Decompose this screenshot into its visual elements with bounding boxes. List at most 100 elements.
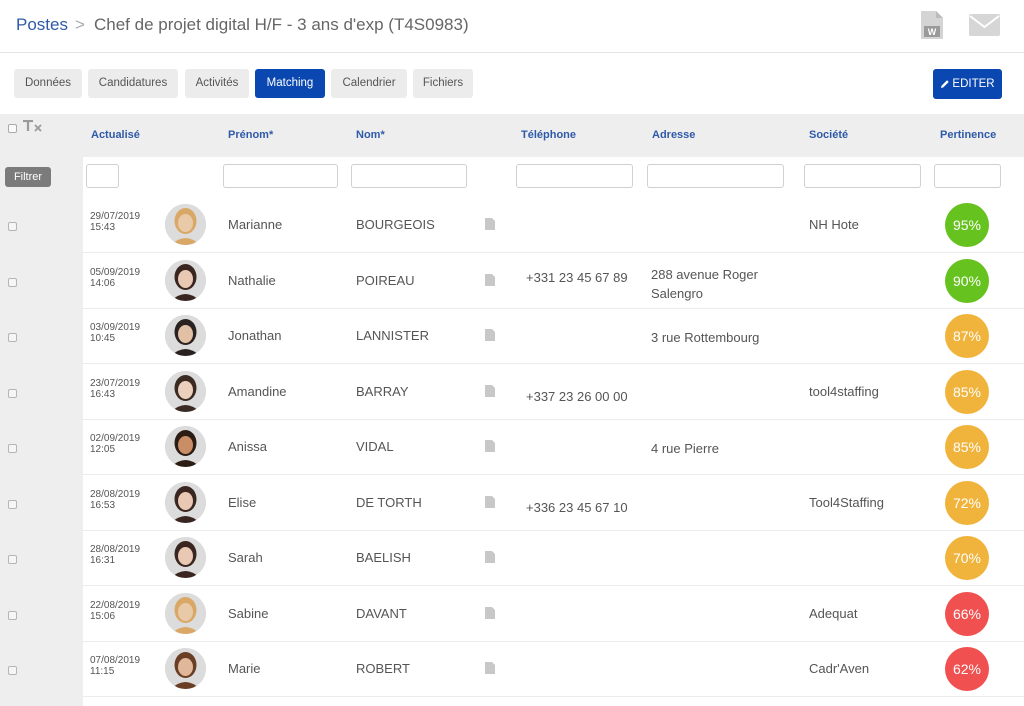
table-row[interactable]: 07/08/2019 11:15 Marie ROBERT Cadr'Aven … <box>83 642 1024 697</box>
document-icon[interactable] <box>485 551 495 563</box>
adresse-line1: 3 rue Rottembourg <box>651 330 760 345</box>
column-header-societe[interactable]: Société <box>809 129 848 141</box>
table-row[interactable]: 28/08/2019 16:53 Elise DE TORTH +336 23 … <box>83 476 1024 531</box>
avatar[interactable] <box>165 648 206 689</box>
actualise-date: 07/08/2019 11:15 <box>90 655 140 677</box>
actualise-date: 03/09/2019 10:45 <box>90 322 140 344</box>
document-icon[interactable] <box>485 662 495 674</box>
row-checkbox[interactable] <box>8 333 17 342</box>
document-icon[interactable] <box>485 218 495 230</box>
prenom-cell[interactable]: Marie <box>228 661 261 676</box>
document-icon[interactable] <box>485 496 495 508</box>
tab-calendrier[interactable]: Calendrier <box>331 69 407 98</box>
nom-cell[interactable]: VIDAL <box>356 439 394 454</box>
telephone-cell[interactable]: +336 23 45 67 10 <box>526 500 628 515</box>
avatar[interactable] <box>165 426 206 467</box>
societe-cell[interactable]: Tool4Staffing <box>809 495 884 510</box>
row-checkbox[interactable] <box>8 555 17 564</box>
prenom-cell[interactable]: Marianne <box>228 217 282 232</box>
time-value: 16:43 <box>90 389 116 400</box>
word-export-icon[interactable]: W <box>920 10 944 40</box>
select-all-checkbox[interactable] <box>8 124 17 133</box>
nom-cell[interactable]: DE TORTH <box>356 495 422 510</box>
nom-cell[interactable]: LANNISTER <box>356 328 429 343</box>
table-row[interactable]: 22/08/2019 15:06 Sabine DAVANT Adequat 6… <box>83 587 1024 642</box>
document-icon[interactable] <box>485 385 495 397</box>
nom-cell[interactable]: DAVANT <box>356 606 407 621</box>
table-row[interactable]: 28/08/2019 16:31 Sarah BAELISH 70% <box>83 531 1024 586</box>
email-icon[interactable] <box>969 14 1000 36</box>
nom-cell[interactable]: BAELISH <box>356 550 411 565</box>
nom-cell[interactable]: BARRAY <box>356 384 409 399</box>
table-row[interactable]: 03/09/2019 10:45 Jonathan LANNISTER 3 ru… <box>83 309 1024 364</box>
nom-cell[interactable]: POIREAU <box>356 273 415 288</box>
avatar[interactable] <box>165 537 206 578</box>
filter-adresse-input[interactable] <box>647 164 784 188</box>
column-header-nom[interactable]: Nom* <box>356 129 385 141</box>
nom-cell[interactable]: ROBERT <box>356 661 410 676</box>
row-checkbox[interactable] <box>8 278 17 287</box>
avatar[interactable] <box>165 371 206 412</box>
table-row[interactable]: 23/07/2019 16:43 Amandine BARRAY +337 23… <box>83 365 1024 420</box>
date-value: 05/09/2019 <box>90 267 141 278</box>
actualise-date: 23/07/2019 16:43 <box>90 378 140 400</box>
avatar-photo <box>165 371 206 412</box>
edit-button[interactable]: EDITER <box>933 69 1002 99</box>
avatar[interactable] <box>165 593 206 634</box>
nom-cell[interactable]: BOURGEOIS <box>356 217 435 232</box>
prenom-cell[interactable]: Sabine <box>228 606 268 621</box>
breadcrumb-root-link[interactable]: Postes <box>16 15 68 35</box>
telephone-cell[interactable]: +337 23 26 00 00 <box>526 389 628 404</box>
telephone-cell[interactable]: +331 23 45 67 89 <box>526 270 628 285</box>
societe-cell[interactable]: Cadr'Aven <box>809 661 869 676</box>
avatar[interactable] <box>165 482 206 523</box>
societe-cell[interactable]: NH Hote <box>809 217 859 232</box>
column-header-actualise[interactable]: Actualisé <box>91 129 140 141</box>
prenom-cell[interactable]: Elise <box>228 495 256 510</box>
avatar[interactable] <box>165 260 206 301</box>
table-row[interactable]: 02/09/2019 12:05 Anissa VIDAL 4 rue Pier… <box>83 420 1024 475</box>
column-header-telephone[interactable]: Téléphone <box>521 129 576 141</box>
prenom-cell[interactable]: Nathalie <box>228 273 276 288</box>
row-checkbox[interactable] <box>8 611 17 620</box>
document-icon[interactable] <box>485 440 495 452</box>
column-header-pertinence[interactable]: Pertinence <box>940 129 996 141</box>
prenom-cell[interactable]: Anissa <box>228 439 267 454</box>
tab-matching[interactable]: Matching <box>255 69 325 98</box>
row-checkbox[interactable] <box>8 389 17 398</box>
row-checkbox[interactable] <box>8 500 17 509</box>
filter-pertinence-input[interactable] <box>934 164 1001 188</box>
clear-format-icon[interactable] <box>22 120 44 132</box>
column-header-adresse[interactable]: Adresse <box>652 129 695 141</box>
filter-actualise-input[interactable] <box>86 164 119 188</box>
document-icon[interactable] <box>485 274 495 286</box>
prenom-cell[interactable]: Sarah <box>228 550 263 565</box>
avatar[interactable] <box>165 315 206 356</box>
table-row[interactable]: 05/09/2019 14:06 Nathalie POIREAU +331 2… <box>83 254 1024 309</box>
filter-telephone-input[interactable] <box>516 164 633 188</box>
table-header <box>0 114 1024 157</box>
societe-cell[interactable]: Adequat <box>809 606 857 621</box>
avatar[interactable] <box>165 204 206 245</box>
tab-activites[interactable]: Activités <box>185 69 249 98</box>
actualise-date: 29/07/2019 15:43 <box>90 211 140 233</box>
avatar-photo <box>165 426 206 467</box>
row-checkbox[interactable] <box>8 444 17 453</box>
filter-button[interactable]: Filtrer <box>5 167 51 187</box>
prenom-cell[interactable]: Amandine <box>228 384 287 399</box>
prenom-cell[interactable]: Jonathan <box>228 328 282 343</box>
column-header-prenom[interactable]: Prénom* <box>228 129 273 141</box>
document-icon[interactable] <box>485 329 495 341</box>
filter-nom-input[interactable] <box>351 164 467 188</box>
actualise-date: 28/08/2019 16:53 <box>90 489 140 511</box>
tab-donnees[interactable]: Données <box>14 69 82 98</box>
tab-candidatures[interactable]: Candidatures <box>88 69 178 98</box>
document-icon[interactable] <box>485 607 495 619</box>
filter-societe-input[interactable] <box>804 164 921 188</box>
filter-prenom-input[interactable] <box>223 164 338 188</box>
societe-cell[interactable]: tool4staffing <box>809 384 879 399</box>
row-checkbox[interactable] <box>8 666 17 675</box>
row-checkbox[interactable] <box>8 222 17 231</box>
table-row[interactable]: 29/07/2019 15:43 Marianne BOURGEOIS NH H… <box>83 198 1024 253</box>
tab-fichiers[interactable]: Fichiers <box>413 69 473 98</box>
